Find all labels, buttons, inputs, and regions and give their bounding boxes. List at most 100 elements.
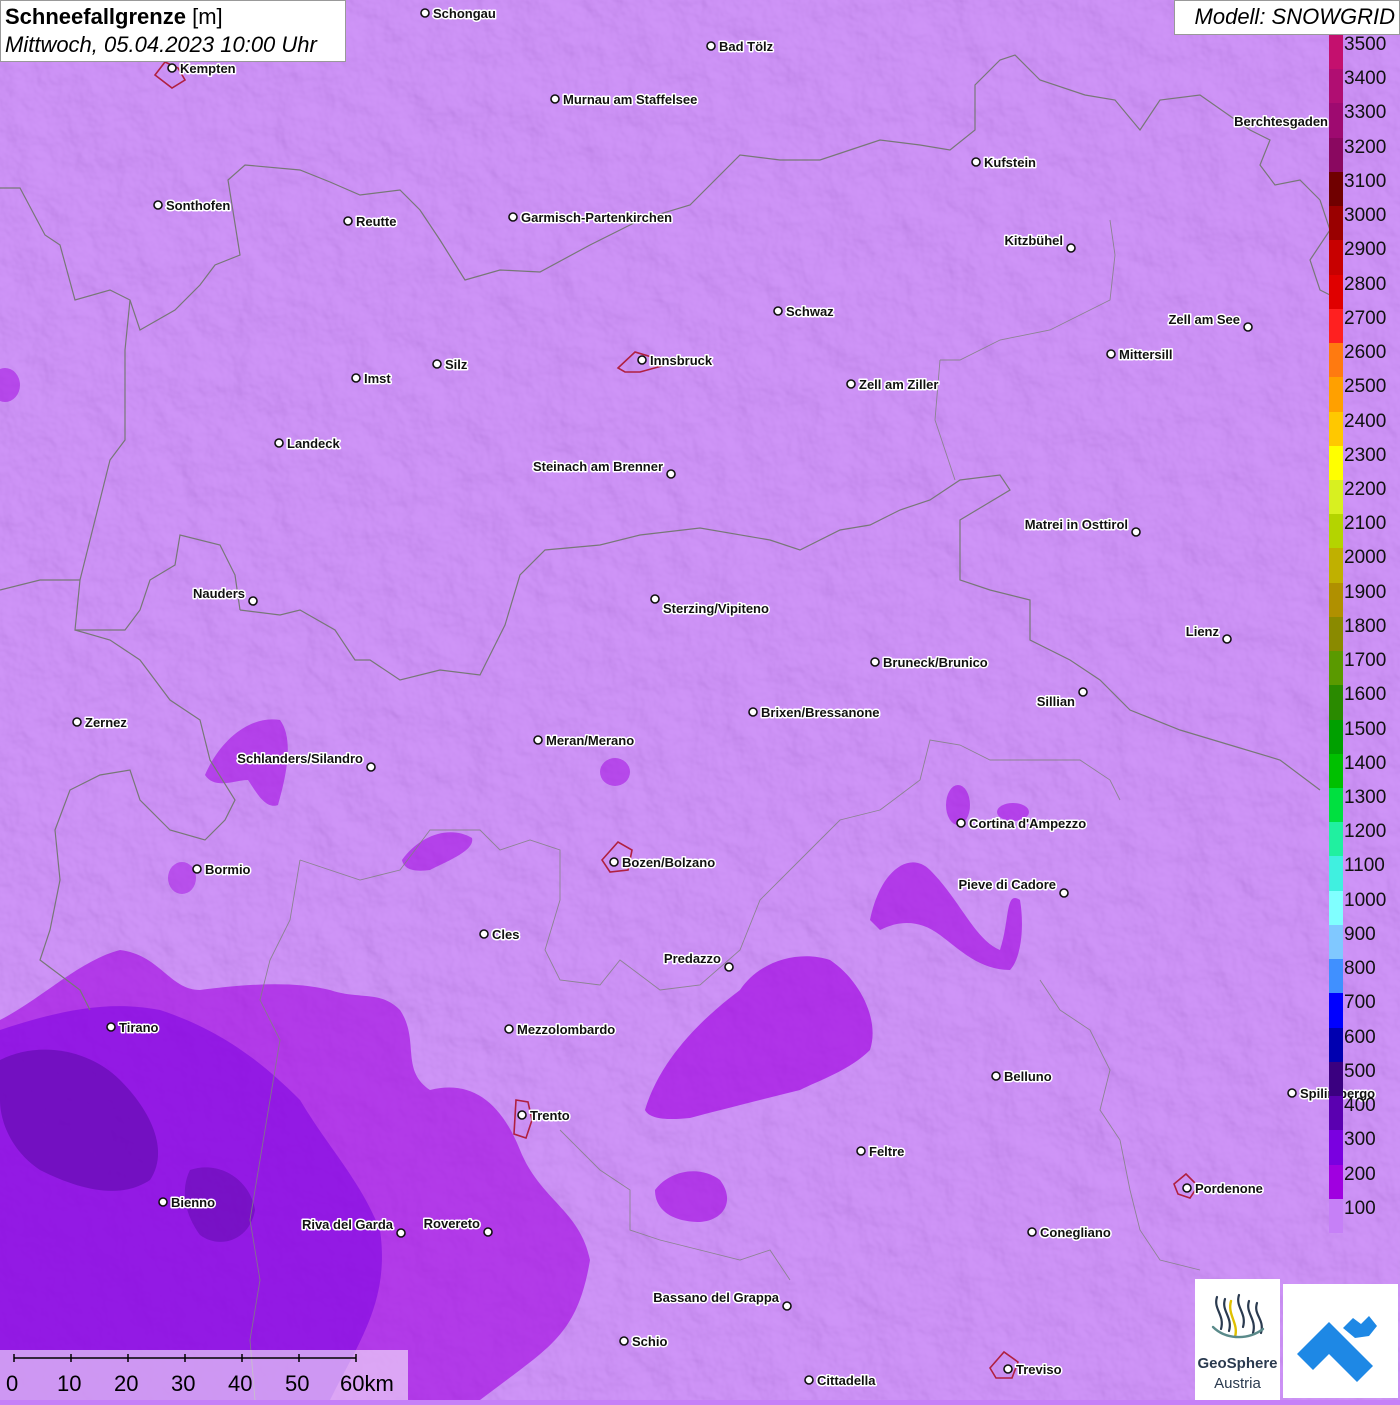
city-label: Zell am Ziller [859, 377, 938, 392]
legend-band-2800 [1329, 274, 1343, 310]
city-label: Trento [530, 1108, 570, 1123]
low-area-meran [600, 758, 630, 786]
legend-label-700: 700 [1344, 992, 1376, 1014]
scale-tick-40: 40 [228, 1371, 253, 1396]
legend-band-1700 [1329, 651, 1343, 686]
legend-label-500: 500 [1344, 1060, 1376, 1082]
legend-label-3500: 3500 [1344, 34, 1387, 55]
legend-band-3500 [1329, 35, 1343, 70]
legend-label-3400: 3400 [1344, 68, 1387, 90]
legend-label-1500: 1500 [1344, 718, 1387, 740]
city-label: Meran/Merano [546, 733, 634, 748]
city-label: Brixen/Bressanone [761, 705, 880, 720]
scale-tick-60km: 60km [340, 1371, 394, 1396]
city-label: Nauders [193, 586, 245, 601]
city-dot [192, 864, 202, 874]
legend-band-1600 [1329, 685, 1343, 721]
city-label: Zell am See [1168, 312, 1240, 327]
legend-band-900 [1329, 924, 1343, 960]
city-label: Predazzo [664, 951, 721, 966]
legend-band-1500 [1329, 719, 1343, 755]
city-marker[interactable]: Brixen/Bressanone [748, 704, 881, 722]
city-dot [856, 1146, 866, 1156]
city-label: Garmisch-Partenkirchen [521, 210, 672, 225]
legend-label-1800: 1800 [1344, 615, 1387, 637]
city-marker[interactable]: Sonthofen [153, 197, 232, 215]
legend-band-3400 [1329, 69, 1343, 104]
city-label: Conegliano [1040, 1225, 1111, 1240]
legend-label-2100: 2100 [1344, 513, 1387, 535]
legend-band-2700 [1329, 308, 1343, 344]
snowgrid-logo[interactable] [1283, 1284, 1398, 1398]
legend-band-1100 [1329, 856, 1343, 892]
legend-label-400: 400 [1344, 1095, 1376, 1117]
legend-band-200 [1329, 1164, 1343, 1200]
legend-band-2100 [1329, 514, 1343, 549]
legend-label-2000: 2000 [1344, 547, 1387, 569]
city-label: Berchtesgaden [1234, 114, 1328, 129]
city-dot [483, 1227, 493, 1237]
city-label: Schongau [433, 6, 496, 21]
city-marker[interactable]: Conegliano [1027, 1224, 1112, 1242]
city-marker[interactable]: Bozen/Bolzano [609, 854, 717, 872]
city-label: Zernez [85, 715, 127, 730]
legend-label-1600: 1600 [1344, 684, 1387, 706]
city-marker[interactable]: Zell am Ziller [846, 376, 940, 394]
legend-label-900: 900 [1344, 923, 1376, 945]
city-marker[interactable]: Berchtesgaden [1233, 113, 1330, 131]
city-dot [533, 735, 543, 745]
city-dot [504, 1024, 514, 1034]
city-dot [248, 596, 258, 606]
legend-band-1900 [1329, 582, 1343, 618]
legend-band-1800 [1329, 616, 1343, 652]
legend-band-2300 [1329, 445, 1343, 481]
map-canvas[interactable]: Schongau Bad Tölz Kempten Murnau am Staffel… [0, 0, 1400, 1400]
city-dot [153, 200, 163, 210]
legend-label-1200: 1200 [1344, 821, 1387, 843]
city-dot [366, 762, 376, 772]
city-marker[interactable]: Murnau am Staffelsee [550, 91, 699, 109]
city-marker[interactable]: Cortina d'Ampezzo [956, 815, 1088, 833]
geosphere-mark-icon [1211, 1293, 1265, 1339]
city-label: Riva del Garda [302, 1217, 394, 1232]
geosphere-logo[interactable]: GeoSphere Austria [1195, 1279, 1280, 1400]
city-dot [351, 373, 361, 383]
city-dot [274, 438, 284, 448]
city-marker[interactable]: Meran/Merano [533, 732, 636, 750]
title-box: Schneefallgrenze [m] Mittwoch, 05.04.202… [0, 0, 346, 62]
title-line: Schneefallgrenze [m] [5, 3, 341, 31]
legend-band-400 [1329, 1096, 1343, 1131]
city-marker[interactable]: Garmisch-Partenkirchen [508, 209, 674, 227]
city-label: Rovereto [424, 1216, 480, 1231]
city-marker[interactable]: Mezzolombardo [504, 1021, 617, 1039]
city-label: Lienz [1186, 624, 1220, 639]
city-label: Kitzbühel [1005, 233, 1064, 248]
city-dot [1059, 888, 1069, 898]
city-dot [420, 8, 430, 18]
scale-tick-30: 30 [171, 1371, 196, 1396]
city-dot [479, 929, 489, 939]
city-label: Cortina d'Ampezzo [969, 816, 1086, 831]
city-dot [1003, 1364, 1013, 1374]
city-marker[interactable]: Innsbruck [637, 352, 714, 370]
legend-band-2600 [1329, 343, 1343, 378]
city-label: Reutte [356, 214, 396, 229]
legend-label-2800: 2800 [1344, 273, 1387, 295]
city-label: Belluno [1004, 1069, 1052, 1084]
legend-label-2600: 2600 [1344, 342, 1387, 364]
legend-label-800: 800 [1344, 958, 1376, 980]
legend-band-700 [1329, 993, 1343, 1029]
city-marker[interactable]: Pordenone [1182, 1180, 1264, 1198]
city-label: Pordenone [1195, 1181, 1263, 1196]
geosphere-name: GeoSphere [1197, 1355, 1278, 1372]
legend-band-800 [1329, 959, 1343, 994]
legend-band-3000 [1329, 206, 1343, 241]
legend-band-1400 [1329, 753, 1343, 789]
city-label: Feltre [869, 1144, 904, 1159]
legend-label-2400: 2400 [1344, 410, 1387, 432]
legend-label-1400: 1400 [1344, 752, 1387, 774]
city-dot [1106, 349, 1116, 359]
city-marker[interactable]: Schongau [420, 5, 497, 23]
city-marker[interactable]: Bruneck/Brunico [870, 654, 989, 672]
city-label: Schwaz [786, 304, 834, 319]
